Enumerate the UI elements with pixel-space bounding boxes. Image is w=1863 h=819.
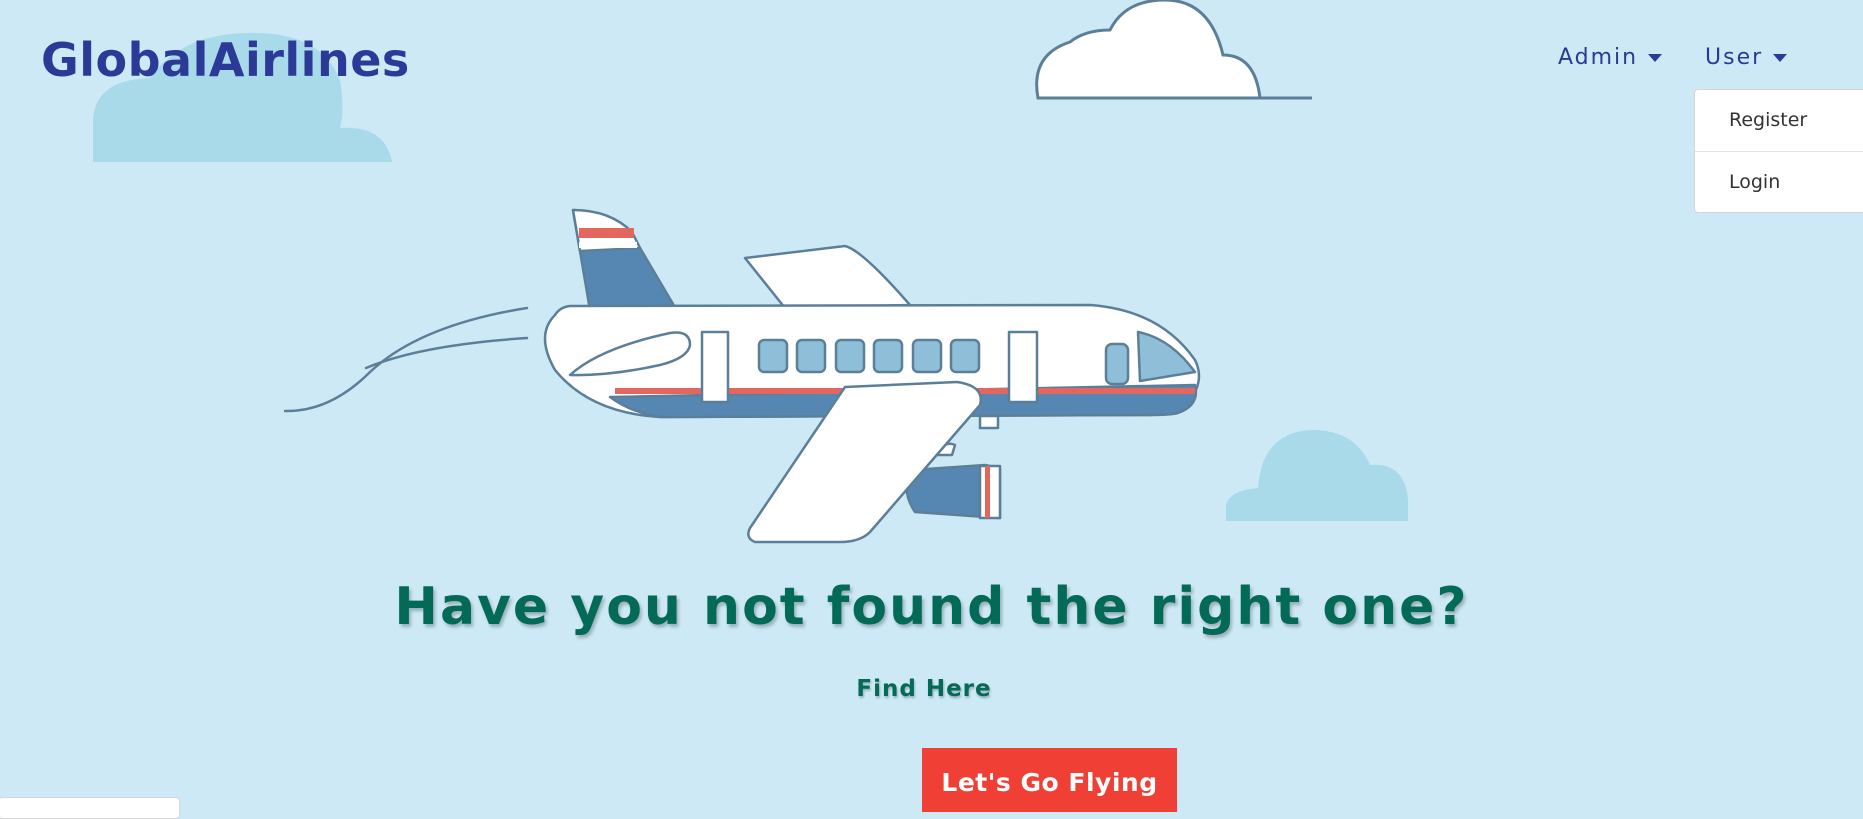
- find-here-link[interactable]: Find Here: [0, 674, 1848, 704]
- nav-user-dropdown[interactable]: User: [1705, 44, 1788, 72]
- caret-down-icon: [1773, 54, 1788, 62]
- menu-item-register[interactable]: Register: [1695, 90, 1863, 151]
- lets-go-flying-button[interactable]: Let's Go Flying: [922, 748, 1177, 812]
- nav-admin-label: Admin: [1558, 45, 1639, 70]
- nav-user-label: User: [1705, 45, 1764, 70]
- brand-logo[interactable]: GlobalAirlines: [41, 32, 410, 88]
- user-dropdown-menu: Register Login: [1694, 89, 1863, 213]
- bottom-left-panel: [0, 797, 180, 819]
- cloud-icon: [1035, 0, 1312, 100]
- hero-headline: Have you not found the right one?: [394, 577, 1469, 637]
- menu-item-login[interactable]: Login: [1695, 151, 1863, 213]
- cloud-icon: [1226, 430, 1408, 521]
- nav-admin-dropdown[interactable]: Admin: [1558, 44, 1663, 72]
- airplane-illustration: [283, 208, 1201, 544]
- caret-down-icon: [1648, 54, 1663, 62]
